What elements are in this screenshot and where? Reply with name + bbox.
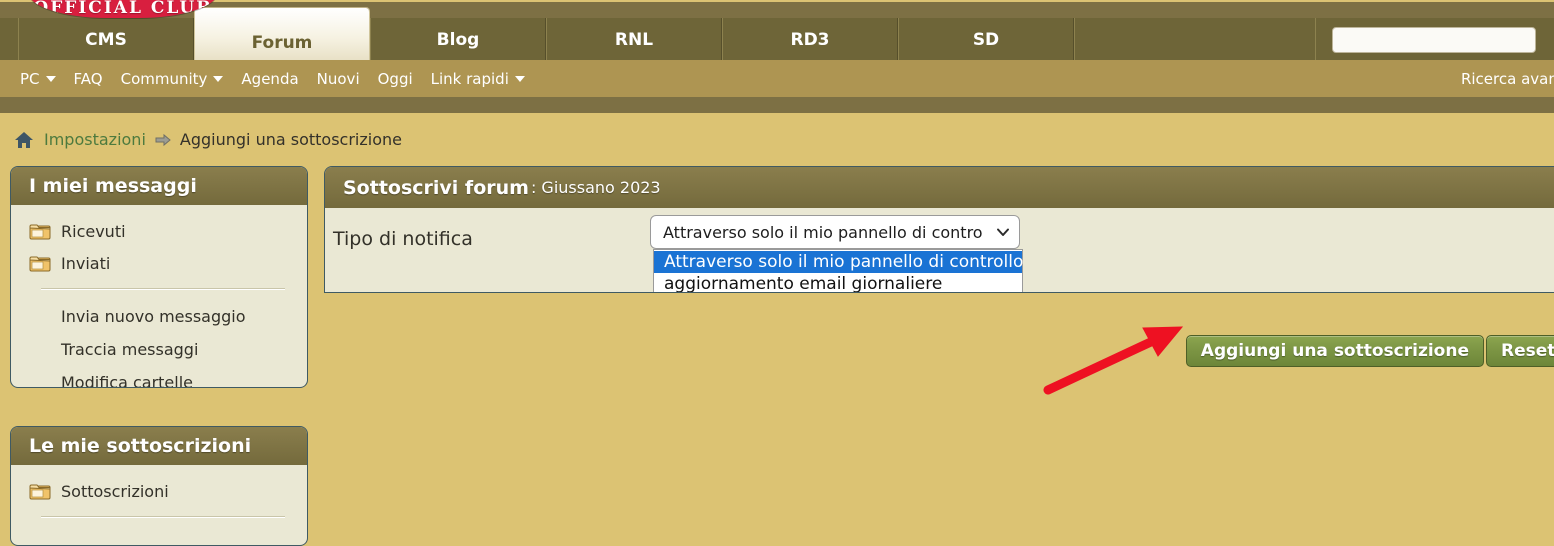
breadcrumb-link-impostazioni[interactable]: Impostazioni [44,130,146,149]
notification-type-select-wrap: Attraverso solo il mio pannello di contr… [650,215,1023,292]
sidebar-item-ricevuti[interactable]: Ricevuti [11,215,307,247]
tab-cms[interactable]: CMS [18,18,194,62]
site-logo-text: OFFICIAL CLUB [33,0,213,18]
subnav-item-link-rapidi[interactable]: Link rapidi [431,70,525,88]
subnav-item-oggi[interactable]: Oggi [378,70,413,88]
panel-header: Sottoscrivi forum : Giussano 2023 [325,167,1554,208]
sidebar-item-inviati-label: Inviati [61,253,111,273]
option-email-giornaliere[interactable]: aggiornamento email giornaliere [654,273,1022,292]
folder-icon [29,256,51,271]
option-pannello-di-controllo[interactable]: Attraverso solo il mio pannello di contr… [654,251,1023,273]
subnav-item-agenda[interactable]: Agenda [241,70,298,88]
page-root: OFFICIAL CLUB CMS Forum Blog RNL RD3 SD … [0,0,1554,546]
sidebar-divider [41,288,285,290]
folder-icon [29,224,51,239]
notification-type-options-list: Attraverso solo il mio pannello di contr… [653,249,1023,292]
sidebar-item-inviati[interactable]: Inviati [11,247,307,279]
primary-nav-tabs: CMS Forum Blog RNL RD3 SD [0,2,1554,62]
tab-rnl[interactable]: RNL [546,18,722,62]
sidebar-item-sottoscrizioni[interactable]: Sottoscrizioni [11,475,307,507]
subnav-item-faq[interactable]: FAQ [74,70,103,88]
secondary-nav: PC FAQ Community Agenda Nuovi Oggi Link … [0,60,1554,97]
search-input[interactable] [1332,27,1536,53]
panel-body: Tipo di notifica amenti. È possibile sce… [325,208,1554,292]
sidebar-messages-body: Ricevuti Inviati Invia nuovo messaggio T… [11,205,307,387]
sidebar-subscriptions-title: Le mie sottoscrizioni [11,427,307,465]
tab-blog[interactable]: Blog [370,18,546,62]
breadcrumb-current: Aggiungi una sottoscrizione [179,130,402,149]
sidebar-item-sottoscrizioni-label: Sottoscrizioni [61,481,169,501]
reset-button[interactable]: Resetta [1486,335,1554,367]
subscribe-panel: Sottoscrivi forum : Giussano 2023 Tipo d… [324,166,1554,293]
sidebar-box-subscriptions: Le mie sottoscrizioni Sottoscrizioni [10,426,308,546]
search-cell [1315,18,1554,62]
chevron-down-icon [997,228,1009,236]
tabbar-spacer [1074,18,1315,62]
nav-divider-band [0,97,1554,113]
chevron-down-icon [45,75,56,82]
subnav-item-nuovi[interactable]: Nuovi [317,70,360,88]
sidebar-box-messages: I miei messaggi Ricevuti Inviati Invia n… [10,166,308,388]
sidebar-item-ricevuti-label: Ricevuti [61,221,126,241]
form-actions: Aggiungi una sottoscrizione Resetta [324,327,1554,379]
home-icon[interactable] [14,131,34,149]
advanced-search-link[interactable]: Ricerca avanzata [1461,60,1554,97]
chevron-down-icon [514,75,525,82]
sidebar-link-invia-nuovo-messaggio[interactable]: Invia nuovo messaggio [11,300,307,333]
subnav-item-link-rapidi-label: Link rapidi [430,69,509,88]
notification-type-select-value: Attraverso solo il mio pannello di contr… [663,222,983,242]
site-logo[interactable]: OFFICIAL CLUB [28,0,218,18]
sidebar-divider [41,516,285,518]
sidebar-subscriptions-body: Sottoscrizioni [11,465,307,518]
chevron-down-icon [213,75,224,82]
sidebar-link-traccia-messaggi[interactable]: Traccia messaggi [11,333,307,366]
sidebar-messages-title: I miei messaggi [11,167,307,205]
notification-type-select[interactable]: Attraverso solo il mio pannello di contr… [650,215,1020,249]
subnav-item-pc-label: PC [20,69,40,88]
tab-forum[interactable]: Forum [194,8,370,62]
breadcrumb: Impostazioni Aggiungi una sottoscrizione [14,130,402,149]
subnav-item-community-label: Community [120,69,208,88]
tab-sd[interactable]: SD [898,18,1074,62]
subnav-item-community[interactable]: Community [121,70,224,88]
subnav-item-pc[interactable]: PC [20,70,56,88]
arrow-right-icon [155,133,171,146]
sidebar-link-modifica-cartelle[interactable]: Modifica cartelle [11,366,307,387]
panel-subtitle: : Giussano 2023 [530,178,661,197]
tab-rd3[interactable]: RD3 [722,18,898,62]
add-subscription-button[interactable]: Aggiungi una sottoscrizione [1185,335,1484,367]
panel-title: Sottoscrivi forum [343,176,529,199]
folder-icon [29,484,51,499]
notification-type-label: Tipo di notifica [333,228,473,250]
